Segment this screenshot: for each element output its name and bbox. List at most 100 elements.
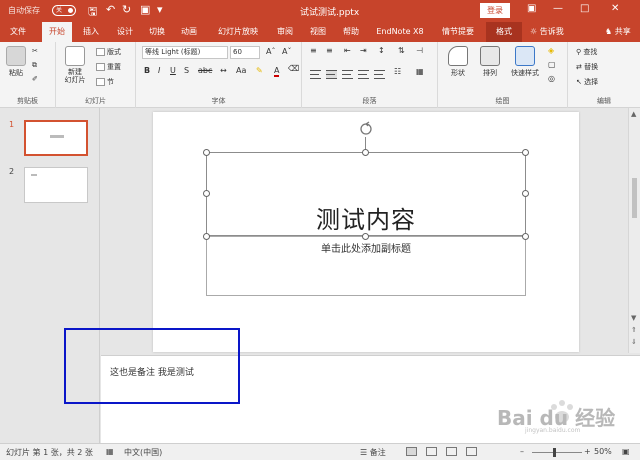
scroll-down-icon[interactable]: ▼ xyxy=(631,314,636,322)
tab-home[interactable]: 开始 xyxy=(42,22,72,42)
reading-view-button[interactable] xyxy=(446,447,457,456)
shrink-font-icon[interactable]: Aˇ xyxy=(282,47,291,56)
shape-fill-icon[interactable]: ◈ xyxy=(548,46,554,55)
tab-slideshow[interactable]: 幻灯片放映 xyxy=(212,22,264,42)
select-button[interactable]: ↖ 选择 xyxy=(576,77,598,87)
maximize-icon[interactable]: □ xyxy=(580,3,589,14)
tab-view[interactable]: 视图 xyxy=(305,22,331,42)
vertical-scrollbar[interactable]: ▲ ▼ ⇑ ⇓ xyxy=(628,108,640,353)
tab-design[interactable]: 设计 xyxy=(112,22,138,42)
resize-handle[interactable] xyxy=(522,149,529,156)
grow-font-icon[interactable]: Aˆ xyxy=(266,47,275,56)
tab-help[interactable]: 帮助 xyxy=(338,22,364,42)
normal-view-button[interactable] xyxy=(406,447,417,456)
save-icon[interactable]: 🖫 xyxy=(88,3,97,22)
increase-indent-icon[interactable]: ⇥ xyxy=(360,46,367,55)
customize-qat-icon[interactable]: ▾ xyxy=(157,3,163,16)
redo-icon[interactable]: ↻ xyxy=(122,3,131,16)
font-name-select[interactable]: 等线 Light (标题) xyxy=(142,46,228,59)
slide-subtitle-text[interactable]: 单击此处添加副标题 xyxy=(206,240,526,255)
close-icon[interactable]: ✕ xyxy=(611,3,619,14)
slide-sorter-view-button[interactable] xyxy=(426,447,437,456)
bullets-icon[interactable]: ≡ xyxy=(310,46,317,55)
tab-animations[interactable]: 动画 xyxy=(176,22,202,42)
tab-endnote[interactable]: EndNote X8 xyxy=(372,22,428,42)
strikethrough-button[interactable]: abc xyxy=(198,66,212,75)
tab-insert[interactable]: 插入 xyxy=(78,22,104,42)
slideshow-view-button[interactable] xyxy=(466,447,477,456)
section-button[interactable]: 节 xyxy=(96,77,114,87)
text-direction-icon[interactable]: ⇅ xyxy=(398,46,405,55)
shape-outline-icon[interactable]: ▢ xyxy=(548,60,556,69)
align-right-icon[interactable] xyxy=(342,70,353,79)
highlight-icon[interactable]: ✎ xyxy=(256,66,263,75)
zoom-slider[interactable] xyxy=(532,452,582,453)
decrease-indent-icon[interactable]: ⇤ xyxy=(344,46,351,55)
slide-title-text[interactable]: 测试内容 xyxy=(206,200,526,235)
login-button[interactable]: 登录 xyxy=(480,3,510,18)
resize-handle[interactable] xyxy=(362,149,369,156)
replace-button[interactable]: ⇄ 替换 xyxy=(576,62,598,72)
zoom-level[interactable]: 50% xyxy=(594,447,612,456)
notes-toggle-button[interactable]: ☰ 备注 xyxy=(360,447,386,458)
layout-button[interactable]: 版式 xyxy=(96,47,121,57)
tab-storyboard[interactable]: 情节提要 xyxy=(436,22,480,42)
copy-icon[interactable]: ⧉ xyxy=(32,61,37,70)
resize-handle[interactable] xyxy=(203,190,210,197)
align-center-icon[interactable] xyxy=(326,70,337,79)
paste-button[interactable]: 粘贴 xyxy=(4,46,28,78)
cut-icon[interactable]: ✂ xyxy=(32,47,38,55)
present-icon[interactable]: ▣ xyxy=(140,3,150,16)
tell-me-search[interactable]: ☼ 告诉我 xyxy=(530,22,564,42)
zoom-in-icon[interactable]: + xyxy=(584,447,591,456)
spellcheck-icon[interactable]: ▦ xyxy=(106,447,114,456)
share-button[interactable]: ♞ 共享 xyxy=(605,22,631,42)
slide-thumbnail-1[interactable] xyxy=(24,120,88,156)
resize-handle[interactable] xyxy=(522,190,529,197)
autosave-toggle[interactable]: 关 xyxy=(52,5,76,16)
justify-icon[interactable] xyxy=(358,70,369,79)
new-slide-button[interactable]: 新建 幻灯片 xyxy=(62,46,88,84)
resize-handle[interactable] xyxy=(203,149,210,156)
shadow-button[interactable]: S xyxy=(184,66,189,75)
change-case-icon[interactable]: Aa xyxy=(236,66,246,75)
quick-styles-button[interactable]: 快速样式 xyxy=(508,46,542,78)
align-left-icon[interactable] xyxy=(310,70,321,79)
distribute-icon[interactable] xyxy=(374,70,385,79)
numbering-icon[interactable]: ≡ xyxy=(326,46,333,55)
smartart-icon[interactable]: ▦ xyxy=(416,67,424,76)
fit-to-window-icon[interactable]: ▣ xyxy=(622,447,630,456)
shape-effects-icon[interactable]: ◎ xyxy=(548,74,555,83)
slide-thumbnail-2[interactable] xyxy=(24,167,88,203)
arrange-button[interactable]: 排列 xyxy=(476,46,504,78)
scroll-up-icon[interactable]: ▲ xyxy=(631,110,636,118)
language-status[interactable]: 中文(中国) xyxy=(124,447,162,458)
font-size-select[interactable]: 60 xyxy=(230,46,260,59)
font-color-icon[interactable]: A xyxy=(274,66,280,77)
italic-button[interactable]: I xyxy=(158,66,160,75)
find-button[interactable]: ⚲ 查找 xyxy=(576,47,597,57)
bold-button[interactable]: B xyxy=(144,66,150,75)
tab-review[interactable]: 审阅 xyxy=(272,22,298,42)
reset-button[interactable]: 重置 xyxy=(96,62,121,72)
scrollbar-thumb[interactable] xyxy=(632,178,637,218)
next-slide-icon[interactable]: ⇓ xyxy=(631,338,637,346)
format-painter-icon[interactable]: ✐ xyxy=(32,75,38,83)
clear-format-icon[interactable]: ⌫ xyxy=(288,64,299,73)
underline-button[interactable]: U xyxy=(170,66,176,75)
undo-icon[interactable]: ↶ xyxy=(106,3,115,16)
align-text-icon[interactable]: ⊣ xyxy=(416,46,423,55)
zoom-out-icon[interactable]: – xyxy=(520,447,524,456)
tab-format[interactable]: 格式 xyxy=(486,22,522,42)
tab-file[interactable]: 文件 xyxy=(4,22,32,42)
zoom-slider-handle[interactable] xyxy=(553,448,556,457)
rotate-handle-icon[interactable] xyxy=(358,121,374,137)
ribbon-options-icon[interactable]: ▣ xyxy=(527,3,536,14)
tab-transitions[interactable]: 切换 xyxy=(144,22,170,42)
previous-slide-icon[interactable]: ⇑ xyxy=(631,326,637,334)
char-spacing-icon[interactable]: ↔ xyxy=(220,66,227,75)
columns-icon[interactable]: ☷ xyxy=(394,67,401,76)
minimize-icon[interactable]: — xyxy=(553,3,563,14)
line-spacing-icon[interactable]: ↕ xyxy=(378,46,385,55)
shapes-button[interactable]: 形状 xyxy=(444,46,472,78)
